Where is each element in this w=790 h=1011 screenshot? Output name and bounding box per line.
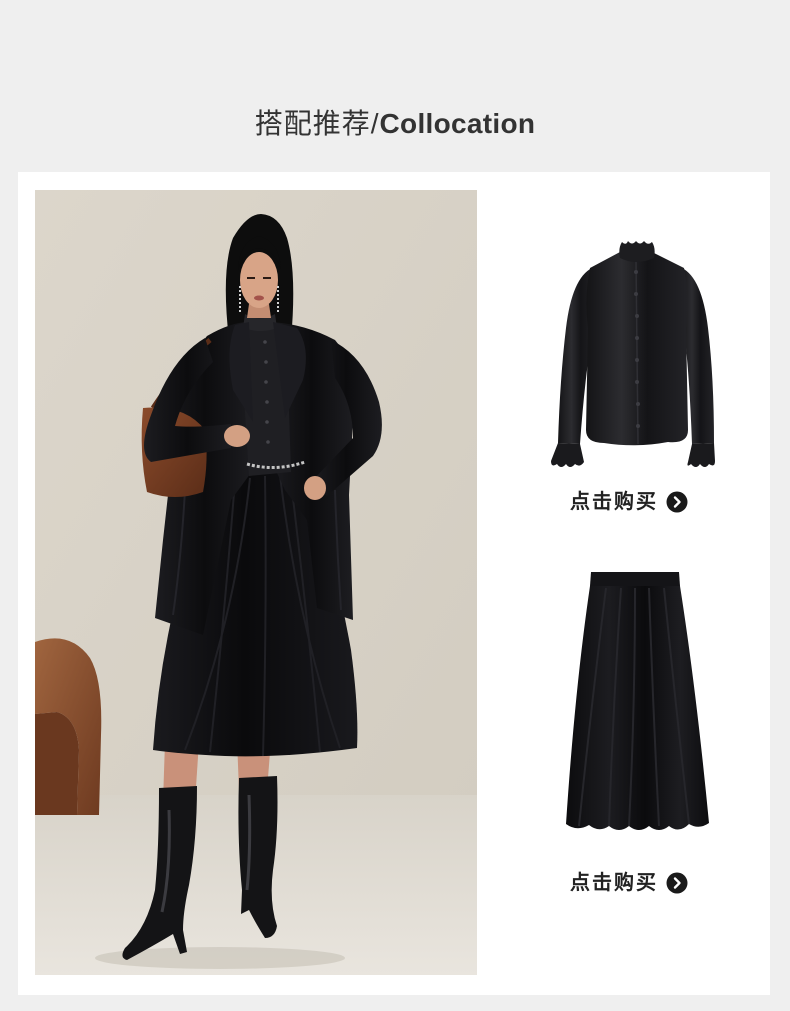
blouse-collar xyxy=(619,241,655,262)
chair xyxy=(35,638,102,815)
section-title-en: Collocation xyxy=(379,108,536,139)
arrow-right-circle-icon xyxy=(666,491,688,513)
model-hand-left xyxy=(224,425,250,447)
buy-button-blouse[interactable]: 点击购买 xyxy=(570,490,688,514)
buy-button-label: 点击购买 xyxy=(570,872,658,894)
product-image-skirt xyxy=(566,572,709,830)
model-hand-right xyxy=(304,476,326,500)
blouse-cuff-right xyxy=(687,443,715,467)
model-photo-illustration xyxy=(35,190,477,975)
buy-button-label: 点击购买 xyxy=(570,491,658,513)
skirt-waistband xyxy=(590,572,680,586)
buy-button-skirt[interactable]: 点击购买 xyxy=(570,871,688,895)
arrow-right-circle-icon xyxy=(666,872,688,894)
model-photo xyxy=(35,190,477,975)
collocation-card: 点击购买 点击购买 xyxy=(18,172,770,995)
skirt-body xyxy=(566,586,709,830)
section-title-cn: 搭配推荐/ xyxy=(254,108,380,139)
model-lips xyxy=(254,295,264,301)
section-title: 搭配推荐/Collocation xyxy=(0,104,790,144)
product-image-blouse xyxy=(551,241,715,467)
blouse-cuff-left xyxy=(551,443,584,467)
